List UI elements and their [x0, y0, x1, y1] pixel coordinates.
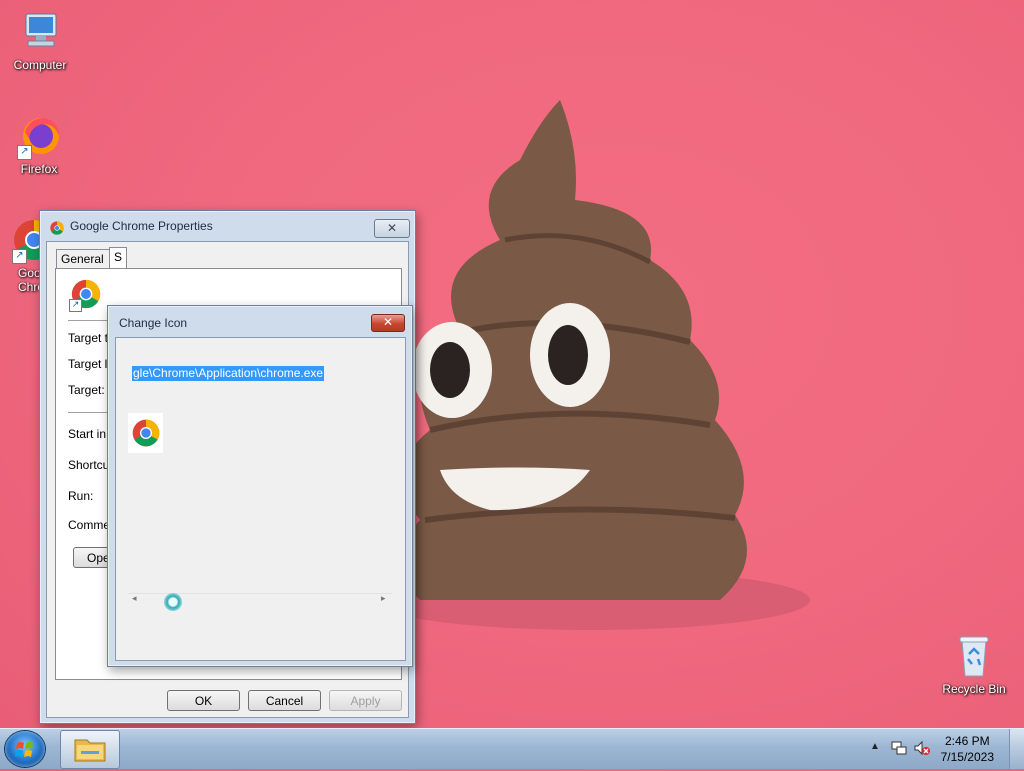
scroll-right-arrow-icon[interactable]: ▸ — [381, 593, 386, 604]
clock[interactable]: 2:46 PM 7/15/2023 — [941, 733, 994, 765]
desktop-icon-firefox[interactable]: ↗ Firefox — [1, 112, 77, 176]
computer-icon — [16, 8, 64, 56]
taskbar-explorer-button[interactable] — [60, 730, 120, 769]
window-title: Google Chrome Properties — [70, 219, 213, 233]
chrome-icon — [130, 417, 162, 449]
show-desktop-button[interactable] — [1009, 729, 1024, 769]
field-label-shortcut-key: Shortcut — [68, 458, 113, 472]
start-button[interactable] — [5, 731, 45, 767]
firefox-icon: ↗ — [15, 112, 63, 160]
apply-button[interactable]: Apply — [329, 690, 402, 711]
dialog-title: Change Icon — [119, 316, 188, 330]
busy-cursor-icon — [164, 593, 182, 611]
tray-overflow-chevron-icon[interactable]: ▲ — [870, 741, 880, 752]
cancel-button[interactable]: Cancel — [248, 690, 321, 711]
recycle-bin-icon — [950, 632, 998, 680]
desktop-icon-label: Computer — [13, 58, 67, 72]
scroll-left-arrow-icon[interactable]: ◂ — [132, 593, 137, 604]
ok-button[interactable]: OK — [167, 690, 240, 711]
windows-logo-icon — [15, 742, 33, 757]
shortcut-arrow-icon: ↗ — [69, 299, 82, 312]
desktop-icon-recycle-bin[interactable]: Recycle Bin — [936, 632, 1012, 696]
desktop-icon-computer[interactable]: Computer — [2, 8, 78, 72]
field-label-comment: Comme — [68, 518, 111, 532]
field-label-run: Run: — [68, 489, 94, 503]
desktop-icon-label: Firefox — [20, 162, 58, 176]
chrome-icon: ↗ — [69, 277, 103, 312]
network-icon[interactable] — [891, 740, 907, 756]
icon-list-item[interactable] — [128, 413, 163, 453]
clock-time: 2:46 PM — [944, 734, 990, 748]
shortcut-arrow-icon: ↗ — [17, 145, 32, 160]
clock-date: 7/15/2023 — [940, 750, 994, 764]
field-label-target: Target: — [68, 383, 105, 397]
taskbar: ▲ 2:46 PM 7/15/2023 — [0, 728, 1024, 769]
change-icon-dialog: Change Icon ✕ gle\Chrome\Application\chr… — [107, 305, 413, 667]
folder-icon — [74, 739, 106, 762]
dialog-client: gle\Chrome\Application\chrome.exe ◂ ▸ — [115, 337, 406, 661]
tab-shortcut[interactable]: S — [109, 247, 127, 268]
close-button[interactable]: ✕ — [371, 314, 405, 332]
volume-muted-icon[interactable] — [913, 740, 931, 756]
icon-path-input[interactable]: gle\Chrome\Application\chrome.exe — [132, 366, 325, 381]
field-label-target-type: Target t — [68, 331, 109, 345]
field-label-start-in: Start in: — [68, 427, 110, 441]
desktop-icon-label: Recycle Bin — [942, 682, 1006, 696]
close-button[interactable]: ✕ — [374, 219, 410, 238]
tab-general[interactable]: General — [56, 249, 110, 268]
shortcut-arrow-icon: ↗ — [12, 249, 27, 264]
chrome-icon — [49, 220, 65, 236]
